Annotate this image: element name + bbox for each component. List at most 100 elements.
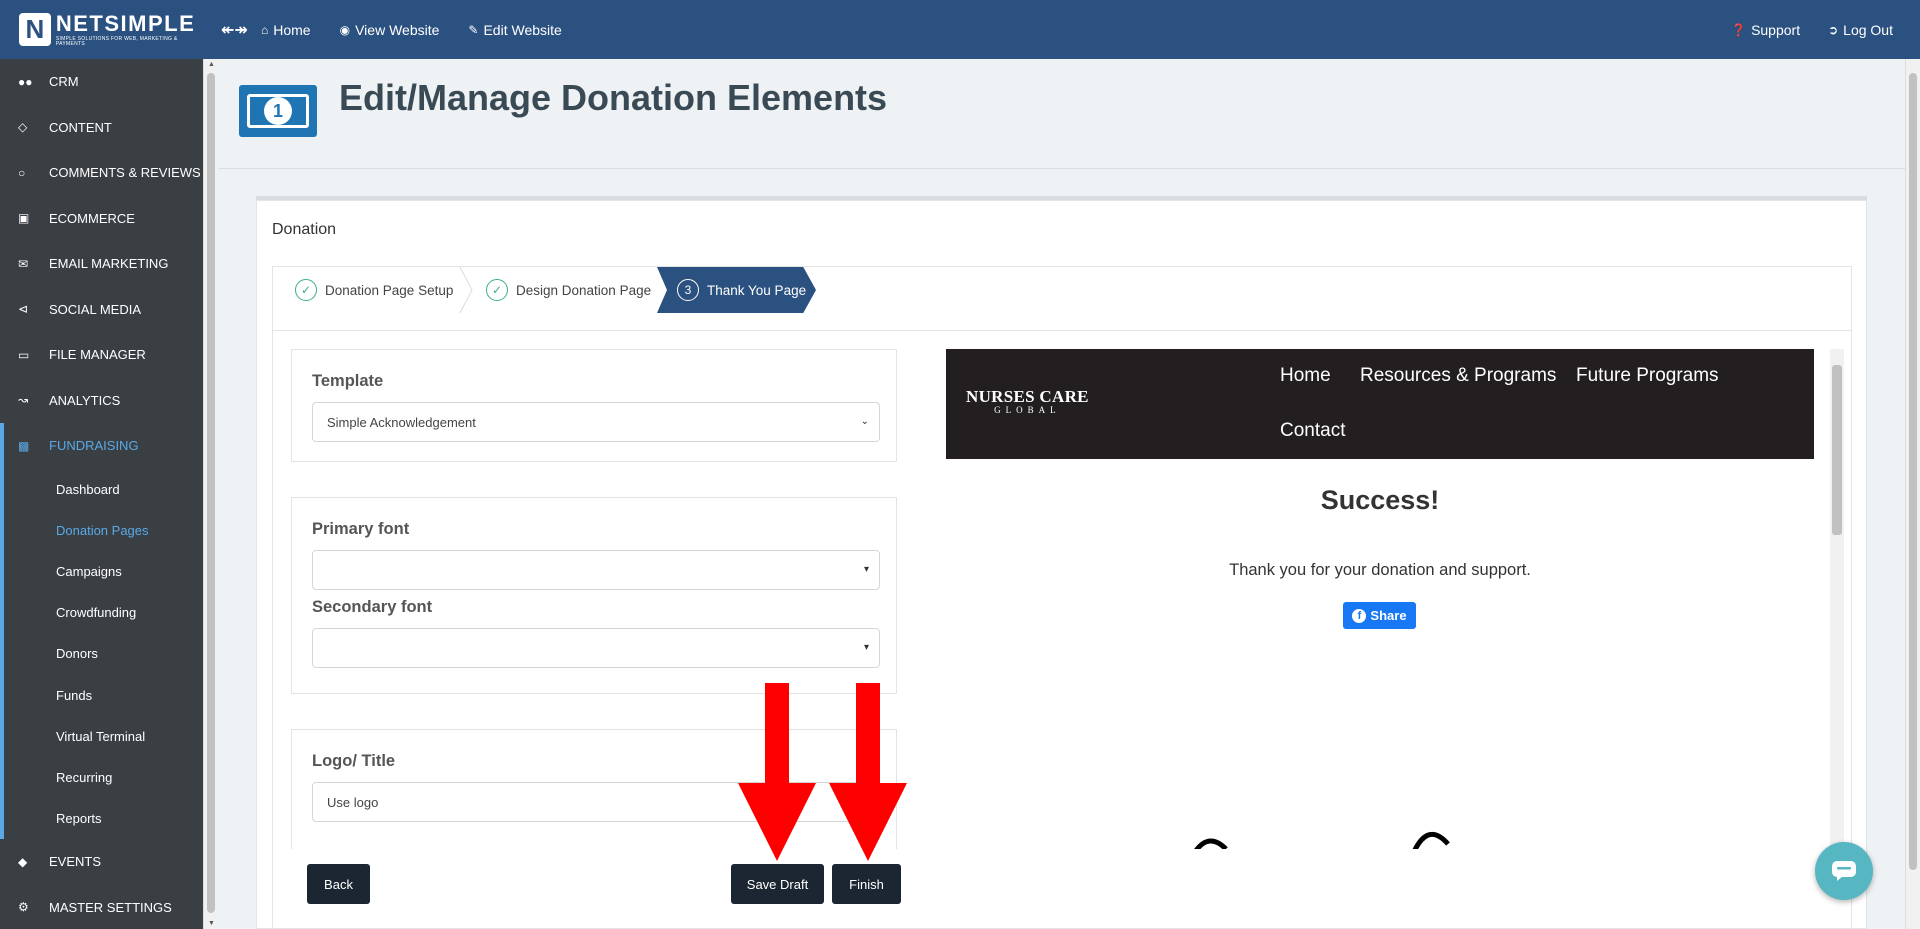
sidebar-item-events[interactable]: ◆ EVENTS <box>0 839 203 885</box>
sidebar-item-label: EMAIL MARKETING <box>49 256 169 272</box>
sidebar-item-label: COMMENTS & REVIEWS <box>49 165 201 181</box>
preview-scroll-thumb[interactable] <box>1832 365 1842 535</box>
primary-font-select[interactable]: ▾ <box>312 550 880 590</box>
gear-icon: ⚙ <box>18 900 29 915</box>
sidebar-subitem-donation-pages[interactable]: Donation Pages <box>4 510 203 551</box>
settings-form-pane: Template Simple Acknowledgement ⌄ Primar… <box>291 349 911 849</box>
step-donation-page-setup[interactable]: ✓ Donation Page Setup <box>295 267 453 313</box>
gift-icon: ▣ <box>18 211 30 226</box>
back-button[interactable]: Back <box>307 864 370 904</box>
preview-navbar: NURSES CARE GLOBAL Home Resources & Prog… <box>946 349 1814 459</box>
support-link[interactable]: ❓ Support <box>1731 22 1800 38</box>
diamond-icon: ◇ <box>18 120 28 135</box>
sidebar-item-ecommerce[interactable]: ▣ ECOMMERCE <box>0 196 203 242</box>
share-icon: ⊲ <box>18 302 29 317</box>
brand-name: NETSIMPLE <box>55 10 196 36</box>
sidebar-item-analytics[interactable]: ↝ ANALYTICS <box>0 378 203 424</box>
donation-money-icon: 1 <box>239 85 317 137</box>
sidebar-item-label: ANALYTICS <box>49 392 121 408</box>
card-title: Donation <box>272 221 337 238</box>
logo-title-label: Logo/ Title <box>312 752 396 770</box>
sidebar-item-social-media[interactable]: ⊲ SOCIAL MEDIA <box>0 287 203 333</box>
preview-decoration-graphic <box>1194 831 1450 849</box>
sidebar-scrollbar[interactable]: ▲ ▼ <box>203 59 218 929</box>
sidebar-subitem-campaigns[interactable]: Campaigns <box>4 551 203 592</box>
sidebar-item-label: SOCIAL MEDIA <box>49 301 141 317</box>
check-icon: ✓ <box>486 279 508 301</box>
sidebar-subitem-donors[interactable]: Donors <box>4 633 203 674</box>
sidebar-item-fundraising[interactable]: ▩ FUNDRAISING <box>0 423 203 469</box>
preview-scrollbar[interactable] <box>1830 349 1844 849</box>
scroll-up-arrow-icon[interactable]: ▲ <box>208 61 215 68</box>
folder-icon: ▭ <box>18 347 30 362</box>
secondary-font-select[interactable]: ▾ <box>312 628 880 668</box>
page-scroll-thumb[interactable] <box>1909 73 1917 870</box>
sidebar: ●● CRM ◇ CONTENT ○ COMMENTS & REVIEWS ▣ ECOM… <box>0 59 203 929</box>
sidebar-scroll-thumb[interactable] <box>207 73 215 913</box>
page-scrollbar[interactable] <box>1905 59 1920 929</box>
sidebar-item-email-marketing[interactable]: ✉ EMAIL MARKETING <box>0 241 203 287</box>
collapse-sidebar-icon[interactable]: ↞↠ <box>221 20 248 40</box>
sidebar-subitem-recurring[interactable]: Recurring <box>4 757 203 798</box>
page-title: Edit/Manage Donation Elements <box>339 77 888 118</box>
template-section: Template Simple Acknowledgement ⌄ <box>291 349 897 462</box>
sidebar-subitem-reports[interactable]: Reports <box>4 798 203 839</box>
sidebar-item-comments-reviews[interactable]: ○ COMMENTS & REVIEWS <box>0 150 203 196</box>
share-label: Share <box>1370 608 1407 623</box>
finish-button[interactable]: Finish <box>832 864 901 904</box>
preview-nav-home[interactable]: Home <box>1280 365 1331 387</box>
scroll-down-arrow-icon[interactable]: ▼ <box>208 920 215 927</box>
template-select-value: Simple Acknowledgement <box>327 414 476 430</box>
home-link[interactable]: ⌂ Home <box>261 22 311 38</box>
caret-down-icon: ▾ <box>863 642 869 653</box>
chat-widget-button[interactable] <box>1815 842 1873 900</box>
preview-nav-contact[interactable]: Contact <box>1280 420 1345 442</box>
font-section: Primary font ▾ Secondary font ▾ <box>291 497 897 694</box>
logout-label: Log Out <box>1843 21 1893 38</box>
step-design-donation-page[interactable]: ✓ Design Donation Page <box>486 267 651 313</box>
preview-nav-resources[interactable]: Resources & Programs <box>1360 365 1556 387</box>
save-draft-button[interactable]: Save Draft <box>731 864 824 904</box>
page-header: 1 Edit/Manage Donation Elements <box>219 59 1905 169</box>
netsimple-logo[interactable]: N NETSIMPLE SIMPLE SOLUTIONS FOR WEB, MA… <box>19 10 203 47</box>
sidebar-item-label: FUNDRAISING <box>49 438 139 454</box>
sidebar-item-crm[interactable]: ●● CRM <box>0 59 203 105</box>
template-select[interactable]: Simple Acknowledgement ⌄ <box>312 402 880 442</box>
sidebar-item-label: ECOMMERCE <box>49 210 135 226</box>
sidebar-subitem-virtual-terminal[interactable]: Virtual Terminal <box>4 716 203 757</box>
step-number-badge: 3 <box>677 279 699 301</box>
envelope-icon: ✉ <box>18 256 29 271</box>
sidebar-item-label: MASTER SETTINGS <box>49 899 172 915</box>
step-separator-chevron <box>459 267 473 313</box>
sidebar-subitem-dashboard[interactable]: Dashboard <box>4 469 203 510</box>
step-thank-you-page[interactable]: 3 Thank You Page <box>657 267 816 313</box>
preview-message: Thank you for your donation and support. <box>1229 561 1531 579</box>
sidebar-subitem-crowdfunding[interactable]: Crowdfunding <box>4 592 203 633</box>
view-website-link[interactable]: ◉ View Website <box>340 22 440 38</box>
sign-out-icon: ➲ <box>1828 22 1839 37</box>
step-label: Thank You Page <box>707 282 807 298</box>
home-icon: ⌂ <box>261 22 269 37</box>
sidebar-subitem-funds[interactable]: Funds <box>4 674 203 715</box>
sidebar-item-content[interactable]: ◇ CONTENT <box>0 105 203 151</box>
edit-website-label: Edit Website <box>483 21 562 38</box>
red-arrow-finish-icon <box>829 683 907 861</box>
logout-link[interactable]: ➲ Log Out <box>1828 22 1893 38</box>
ticket-icon: ◆ <box>18 854 28 869</box>
preview-nav-future-programs[interactable]: Future Programs <box>1576 365 1719 387</box>
sidebar-item-file-manager[interactable]: ▭ FILE MANAGER <box>0 332 203 378</box>
check-icon: ✓ <box>295 279 317 301</box>
facebook-share-button[interactable]: f Share <box>1343 602 1416 629</box>
edit-website-link[interactable]: ✎ Edit Website <box>468 22 561 38</box>
logo-title-value: Use logo <box>327 794 379 810</box>
step-label: Donation Page Setup <box>325 282 454 298</box>
top-bar: N NETSIMPLE SIMPLE SOLUTIONS FOR WEB, MA… <box>0 0 1920 59</box>
sidebar-item-master-settings[interactable]: ⚙ MASTER SETTINGS <box>0 885 203 929</box>
users-icon: ●● <box>18 74 33 89</box>
preview-logo[interactable]: NURSES CARE GLOBAL <box>966 387 1089 415</box>
money-icon: ▩ <box>18 438 30 453</box>
caret-down-icon: ▾ <box>863 564 869 575</box>
question-circle-icon: ❓ <box>1731 22 1747 37</box>
primary-font-label: Primary font <box>312 520 410 538</box>
home-link-label: Home <box>273 21 311 38</box>
